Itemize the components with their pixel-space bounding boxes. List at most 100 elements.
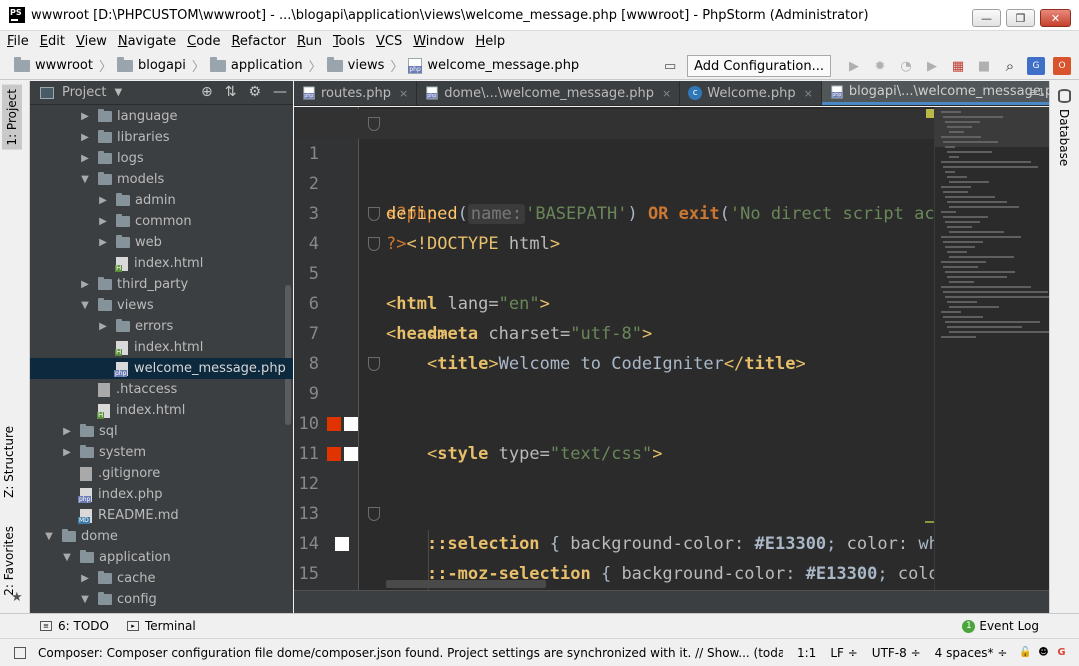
tab-project[interactable]: 1: Project [2, 85, 22, 150]
menu-code[interactable]: Code [187, 34, 220, 49]
minimize-button[interactable]: — [972, 9, 1001, 27]
chevron-right-icon[interactable]: ▶ [80, 111, 90, 122]
tab-event-log[interactable]: 1 Event Log [962, 619, 1039, 633]
chevron-down-icon[interactable]: ▼ [62, 552, 72, 563]
fold-marker[interactable] [368, 207, 380, 221]
tree-folder[interactable]: ▶ system [30, 442, 293, 463]
chevron-right-icon[interactable]: ▶ [80, 573, 90, 584]
tree-folder[interactable]: ▶ language [30, 106, 293, 127]
chevron-down-icon[interactable]: ▼ [114, 87, 122, 98]
chevron-right-icon[interactable]: ▶ [98, 321, 108, 332]
menu-help[interactable]: Help [476, 34, 506, 49]
tree-file[interactable]: index.html [30, 400, 293, 421]
phpstorm-app-icon[interactable]: PS [9, 7, 25, 23]
code-minimap[interactable] [934, 107, 1049, 590]
tree-file[interactable]: .gitignore [30, 463, 293, 484]
search-icon[interactable]: ⌕ [1001, 57, 1019, 75]
tree-folder[interactable]: ▼ application [30, 547, 293, 568]
tab-terminal[interactable]: ▸ Terminal [126, 619, 196, 633]
breadcrumb-blogapi[interactable]: blogapi [116, 56, 186, 73]
horizontal-scrollbar[interactable] [386, 580, 546, 588]
project-structure-icon[interactable]: ▭ [661, 57, 679, 75]
tree-folder[interactable]: ▶ admin [30, 190, 293, 211]
build-icon[interactable]: ▦ [949, 57, 967, 75]
menu-refactor[interactable]: Refactor [231, 34, 286, 49]
menu-view[interactable]: View [76, 34, 107, 49]
fold-marker[interactable] [368, 117, 380, 131]
code-editor[interactable]: 1 <?php 2 defined(name: 'BASEPATH') OR ex… [294, 107, 1049, 590]
tree-file[interactable]: README.md [30, 505, 293, 526]
chevron-right-icon[interactable]: ▶ [80, 279, 90, 290]
tab-database[interactable]: Database [1057, 109, 1071, 166]
tree-folder[interactable]: ▶ logs [30, 148, 293, 169]
close-tab-icon[interactable]: × [804, 87, 813, 100]
tree-folder[interactable]: ▶ cache [30, 568, 293, 589]
chevron-down-icon[interactable]: ▼ [44, 531, 54, 542]
chevron-right-icon[interactable]: ▶ [62, 426, 72, 437]
tab-structure[interactable]: Z: Structure [2, 426, 16, 498]
gear-icon[interactable]: ⚙ [248, 84, 261, 100]
chevron-right-icon[interactable]: ▶ [80, 153, 90, 164]
color-swatch-white[interactable] [344, 417, 358, 431]
menu-navigate[interactable]: Navigate [118, 34, 176, 49]
breadcrumb-wwwroot[interactable]: wwwroot [14, 56, 93, 73]
translate-icon[interactable]: G [1027, 57, 1045, 75]
tree-file[interactable]: index.html [30, 337, 293, 358]
chevron-down-icon[interactable]: ▼ [80, 300, 90, 311]
tree-folder[interactable]: ▼ models [30, 169, 293, 190]
project-view-selector[interactable]: Project [62, 85, 106, 100]
locate-icon[interactable]: ⊕ [201, 84, 213, 100]
tree-folder[interactable]: ▶ libraries [30, 127, 293, 148]
tree-folder[interactable]: ▼ config [30, 589, 293, 610]
menu-edit[interactable]: Edit [40, 34, 65, 49]
chevron-right-icon[interactable]: ▶ [80, 132, 90, 143]
breadcrumb-application[interactable]: application [209, 56, 303, 73]
maximize-button[interactable]: ❐ [1006, 9, 1035, 27]
collapse-all-icon[interactable]: ⇅ [225, 84, 237, 100]
chevron-right-icon[interactable]: ▶ [98, 237, 108, 248]
line-separator-selector[interactable]: LF ÷ [830, 646, 857, 660]
office-icon[interactable]: O [1053, 57, 1071, 75]
editor-tab[interactable]: routes.php × [294, 81, 418, 105]
menu-run[interactable]: Run [297, 34, 322, 49]
chevron-right-icon[interactable]: ▶ [98, 195, 108, 206]
breadcrumb-file[interactable]: welcome_message.php [408, 57, 579, 74]
fold-marker[interactable] [368, 357, 380, 371]
tree-folder[interactable]: ▶ common [30, 211, 293, 232]
chevron-right-icon[interactable]: ▶ [62, 447, 72, 458]
menu-file[interactable]: File [7, 34, 29, 49]
chevron-down-icon[interactable]: ▼ [80, 174, 90, 185]
tree-folder[interactable]: ▼ views [30, 295, 293, 316]
tree-folder[interactable]: ▼ dome [30, 526, 293, 547]
color-swatch-red[interactable] [327, 417, 341, 431]
menu-tools[interactable]: Tools [333, 34, 365, 49]
hide-icon[interactable]: — [273, 84, 287, 100]
add-configuration-button[interactable]: Add Configuration... [687, 55, 831, 77]
tree-folder[interactable]: ▶ web [30, 232, 293, 253]
indent-selector[interactable]: 4 spaces* ÷ [935, 646, 1008, 660]
menu-vcs[interactable]: VCS [376, 34, 402, 49]
caret-position[interactable]: 1:1 [797, 646, 816, 660]
breadcrumb-views[interactable]: views [326, 56, 384, 73]
tree-folder[interactable]: ▶ errors [30, 316, 293, 337]
chevron-right-icon[interactable]: ▶ [98, 216, 108, 227]
tree-folder[interactable]: ▶ sql [30, 421, 293, 442]
coverage-icon[interactable]: ◔ [897, 57, 915, 75]
close-tab-icon[interactable]: × [662, 87, 671, 100]
tab-todo[interactable]: ≡ 6: TODO [40, 619, 109, 633]
tab-overflow-button[interactable]: ≡1 [1029, 86, 1045, 99]
editor-tab[interactable]: dome\...\welcome_message.php × [417, 81, 681, 105]
run-icon[interactable]: ▶ [845, 57, 863, 75]
profile-icon[interactable]: ▶ [923, 57, 941, 75]
tree-file[interactable]: .htaccess [30, 379, 293, 400]
tree-folder[interactable]: ▶ third_party [30, 274, 293, 295]
toggle-tool-windows-icon[interactable] [14, 646, 26, 659]
menu-window[interactable]: Window [413, 34, 464, 49]
stop-icon[interactable]: ■ [975, 57, 993, 75]
color-swatch-red[interactable] [327, 447, 341, 461]
status-message[interactable]: Composer: Composer configuration file do… [38, 646, 783, 660]
tree-file[interactable]: welcome_message.php [30, 358, 293, 379]
fold-marker[interactable] [368, 507, 380, 521]
close-button[interactable]: ✕ [1040, 9, 1071, 27]
inspector-icon[interactable]: ☻ [1037, 647, 1049, 659]
